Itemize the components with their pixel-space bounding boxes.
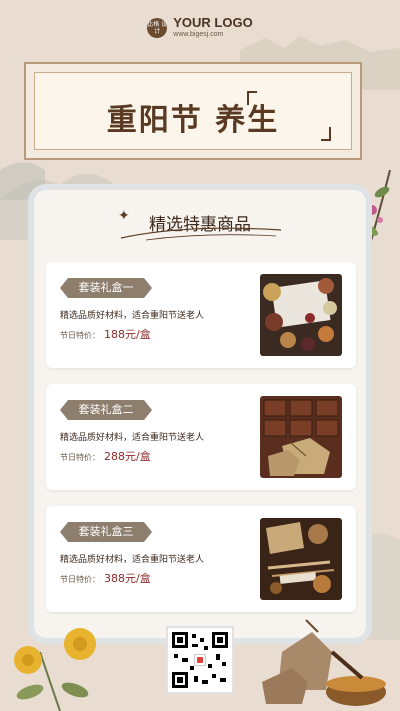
title-frame: 重阳节 养生 <box>24 62 362 160</box>
chrysanthemum-icon <box>14 628 96 711</box>
price-value: 388元/盒 <box>104 572 151 585</box>
herb-bundles-bowl-icon <box>262 619 386 706</box>
herbs-tools-image <box>260 518 342 600</box>
medicine-cabinet-image <box>260 396 342 478</box>
price-label: 节日特价： <box>60 575 100 584</box>
logo-badge-text: 比格 设计 <box>147 20 168 35</box>
product-description: 精选品质好材料，适合重阳节送老人 <box>60 433 205 443</box>
price-row: 节日特价： 188元/盒 <box>60 326 151 342</box>
product-tag: 套装礼盒三 <box>60 522 152 542</box>
price-value: 288元/盒 <box>104 450 151 463</box>
brand-logo[interactable]: 比格 设计 YOUR LOGO www.bigesj.com <box>0 16 400 39</box>
swoosh-underline-icon <box>120 227 282 241</box>
product-card-1[interactable]: 套装礼盒一 精选品质好材料，适合重阳节送老人 节日特价： 188元/盒 <box>46 262 356 368</box>
herbs-plate-image <box>260 274 342 356</box>
product-description: 精选品质好材料，适合重阳节送老人 <box>60 311 205 321</box>
product-description: 精选品质好材料，适合重阳节送老人 <box>60 555 205 565</box>
qr-code[interactable] <box>166 626 234 694</box>
logo-url: www.bigesj.com <box>173 31 224 38</box>
logo-name: YOUR LOGO <box>173 15 253 30</box>
qr-logo-icon <box>194 654 206 666</box>
logo-badge-icon: 比格 设计 <box>147 17 168 38</box>
product-tag: 套装礼盒二 <box>60 400 152 420</box>
price-value: 188元/盒 <box>104 328 151 341</box>
title-frame-inner: 重阳节 养生 <box>34 72 352 150</box>
product-tag: 套装礼盒一 <box>60 278 152 298</box>
price-label: 节日特价： <box>60 331 100 340</box>
price-row: 节日特价： 388元/盒 <box>60 570 151 586</box>
price-label: 节日特价： <box>60 453 100 462</box>
price-row: 节日特价： 288元/盒 <box>60 448 151 464</box>
page-title: 重阳节 养生 <box>106 103 280 138</box>
product-panel: ✦ 精选特惠商品 套装礼盒一 精选品质好材料，适合重阳节送老人 节日特价： 18… <box>28 184 372 644</box>
product-card-3[interactable]: 套装礼盒三 精选品质好材料，适合重阳节送老人 节日特价： 388元/盒 <box>46 506 356 612</box>
product-card-2[interactable]: 套装礼盒二 精选品质好材料，适合重阳节送老人 节日特价： 288元/盒 <box>46 384 356 490</box>
logo-text-block: YOUR LOGO www.bigesj.com <box>173 16 252 39</box>
